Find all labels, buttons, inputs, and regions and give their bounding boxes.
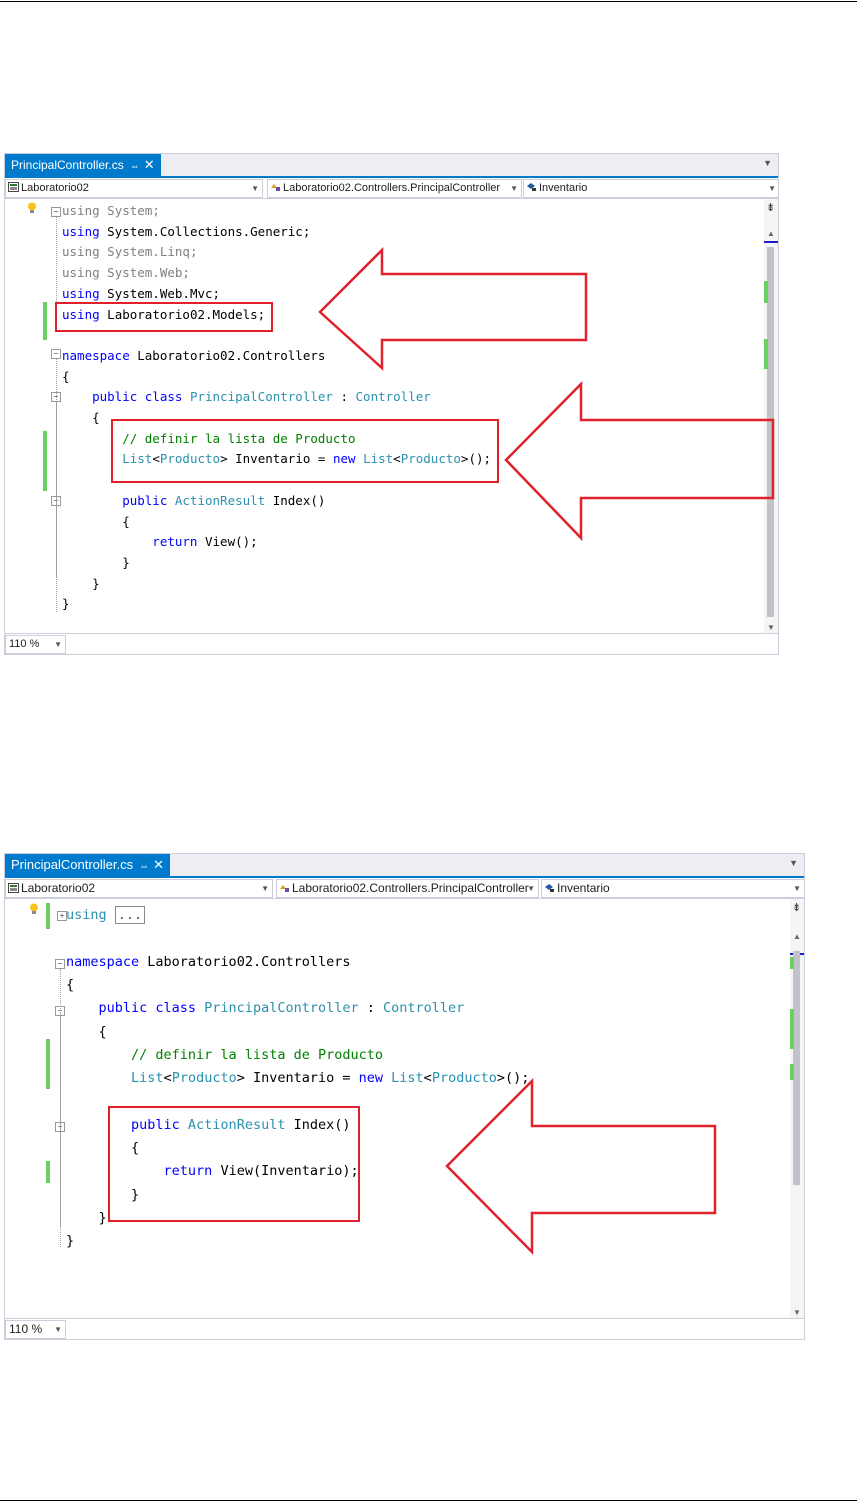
arrow-pointer-2: [445, 1077, 717, 1256]
arrow-shape: [445, 1077, 717, 1256]
